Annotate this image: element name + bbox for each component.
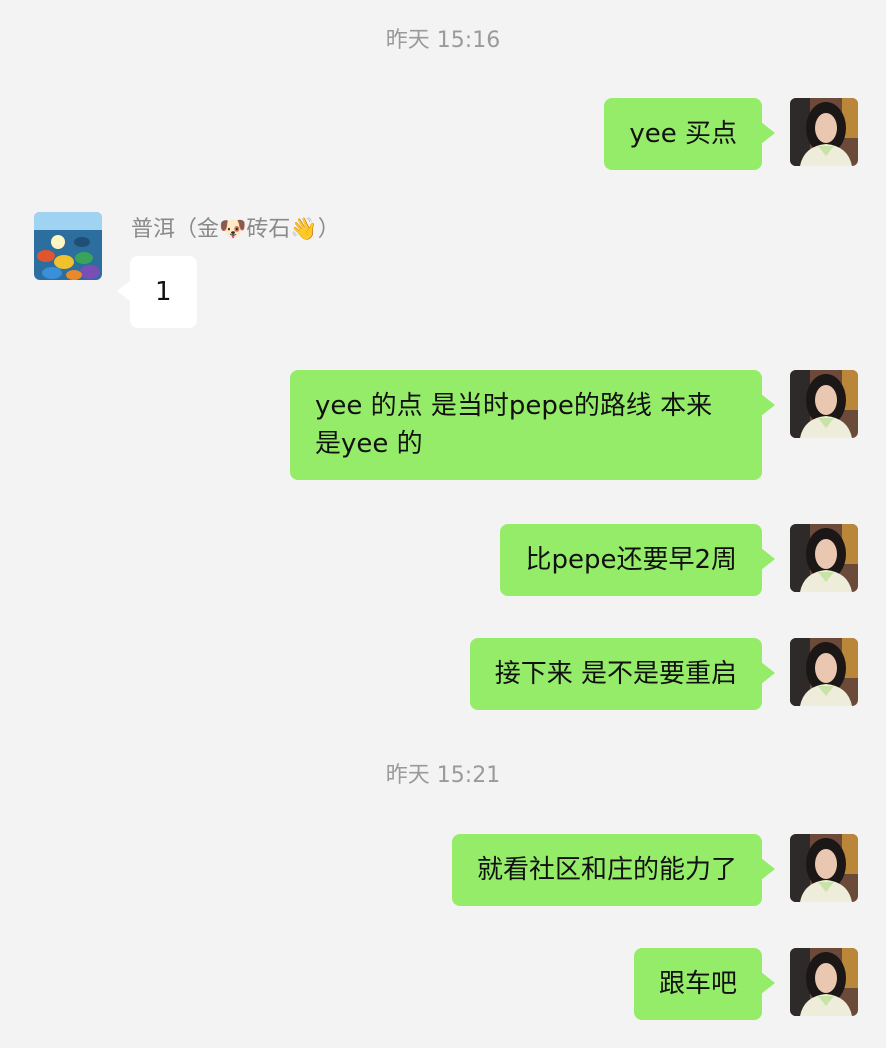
user-avatar-icon[interactable] — [790, 638, 858, 706]
message-bubble-mine[interactable]: yee 的点 是当时pepe的路线 本来是yee 的 — [290, 370, 775, 480]
message-bubble-mine[interactable]: 接下来 是不是要重启 — [469, 638, 776, 710]
message-bubble-other[interactable]: 1 — [117, 256, 197, 328]
message-bubble-mine[interactable]: 比pepe还要早2周 — [500, 524, 775, 596]
timestamp: 昨天 15:16 — [385, 28, 501, 53]
message-bubble-mine[interactable]: 就看社区和庄的能力了 — [451, 834, 776, 906]
user-avatar-icon[interactable] — [790, 370, 858, 438]
contact-avatar-icon[interactable] — [34, 212, 102, 280]
chat-panel: 昨天 15:16 yee 买点 普洱（金🐶砖石👋） 1 yee 的点 是当时pe… — [0, 0, 886, 1048]
message-bubble-mine[interactable]: 跟车吧 — [633, 948, 776, 1020]
user-avatar-icon[interactable] — [790, 948, 858, 1016]
contact-name: 普洱（金🐶砖石👋） — [131, 217, 340, 242]
message-bubble-mine[interactable]: yee 买点 — [604, 98, 775, 170]
user-avatar-icon[interactable] — [790, 834, 858, 902]
timestamp: 昨天 15:21 — [385, 763, 501, 788]
user-avatar-icon[interactable] — [790, 98, 858, 166]
user-avatar-icon[interactable] — [790, 524, 858, 592]
